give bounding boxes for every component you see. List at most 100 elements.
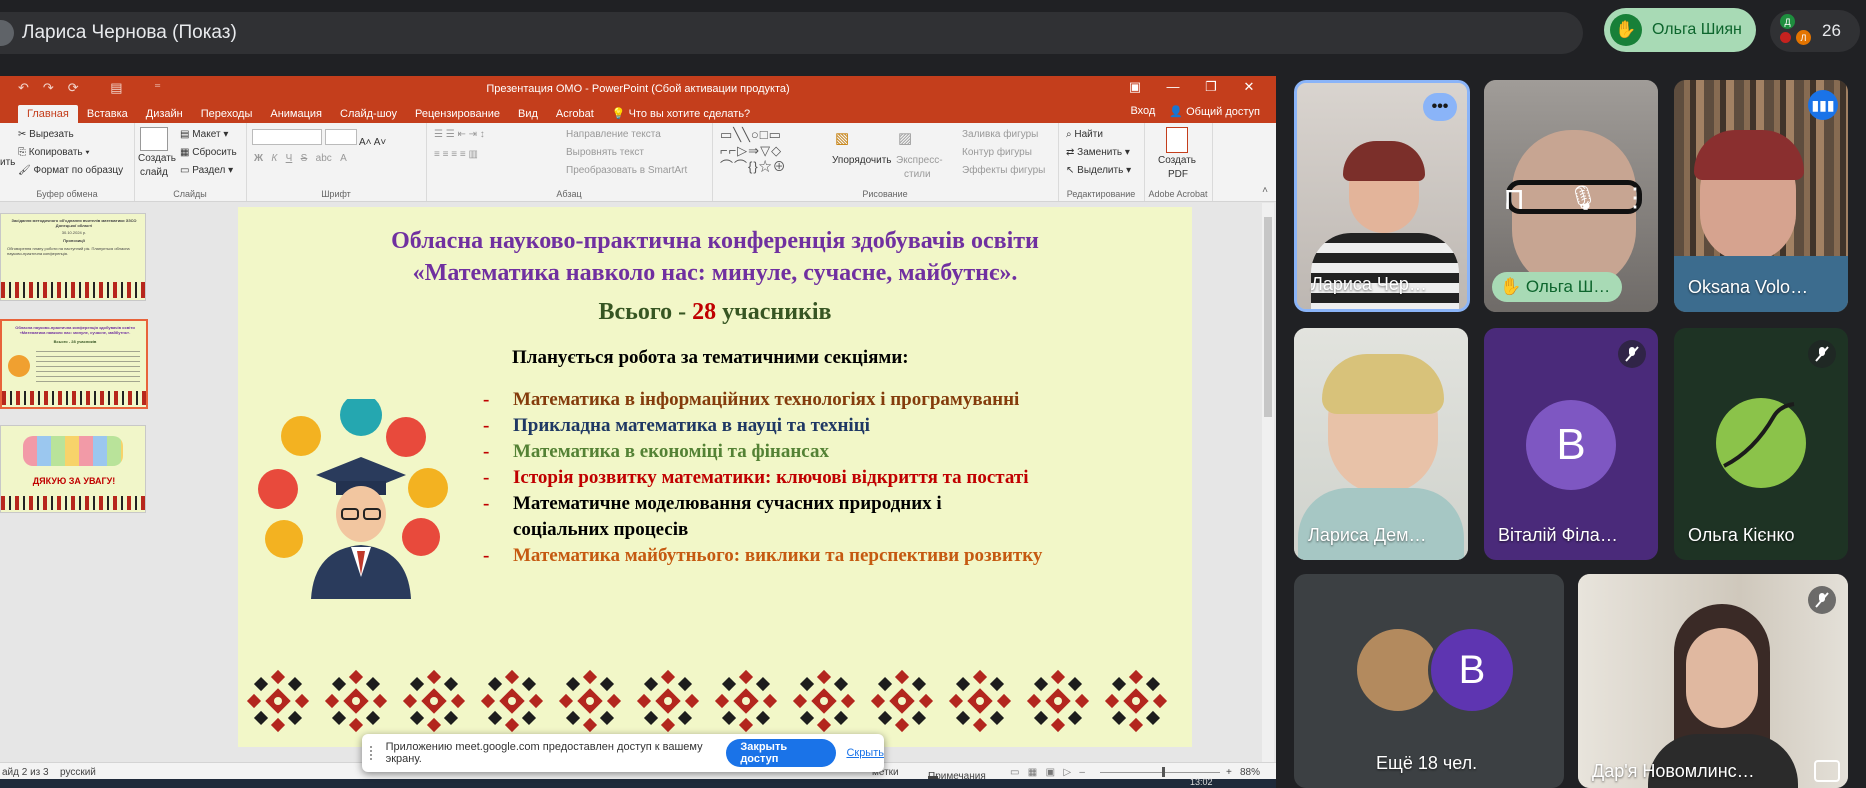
font-grow-icon[interactable]: A˄ A˅: [359, 137, 386, 148]
bold-button[interactable]: Ж: [254, 153, 263, 164]
tab-design[interactable]: Дизайн: [137, 105, 192, 123]
shape-fill-button[interactable]: Заливка фигуры: [962, 129, 1038, 140]
view-buttons[interactable]: ▭ ▦ ▣ ▷ –: [1010, 767, 1085, 778]
participant-tile[interactable]: Ольга Кієнко: [1674, 328, 1848, 560]
arrange-icon: ▧: [835, 130, 850, 147]
hide-toast-link[interactable]: Скрыть: [846, 747, 884, 759]
pin-tile-icon[interactable]: [1814, 760, 1840, 782]
new-slide-button[interactable]: Создать: [138, 153, 176, 164]
section-button[interactable]: ▭ Раздел ▾: [180, 165, 233, 176]
avatar: В: [1428, 626, 1516, 714]
find-button[interactable]: ⌕ Найти: [1066, 129, 1103, 140]
ppt-window-title: Презентация ОМО - PowerPoint (Сбой актив…: [486, 82, 790, 95]
tab-slideshow[interactable]: Слайд-шоу: [331, 105, 406, 123]
spacing-button[interactable]: abc: [316, 153, 332, 164]
participant-tile[interactable]: ••• Лариса Чер…: [1294, 80, 1470, 312]
participant-tile[interactable]: В Віталій Філа…: [1484, 328, 1658, 560]
participant-tile[interactable]: ▮▮▮ Oksana Volo…: [1674, 80, 1848, 312]
section-item: - Математичне моделювання сучасних природ…: [483, 491, 1042, 517]
share-button[interactable]: 👤 Общий доступ: [1169, 105, 1260, 118]
minimize-icon[interactable]: —: [1154, 79, 1192, 95]
align-text-button[interactable]: Выровнять текст: [566, 147, 644, 158]
copy-button[interactable]: ⎘ Копировать ▾: [18, 147, 90, 158]
font-name-box[interactable]: [252, 129, 322, 145]
slide-scrollbar[interactable]: [1262, 203, 1274, 763]
thumbnail-slide-3[interactable]: ДЯКУЮ ЗА УВАГУ!: [0, 425, 146, 513]
maximize-icon[interactable]: ❐: [1192, 79, 1230, 95]
window-controls: ▣ — ❐ ✕: [1116, 79, 1268, 95]
windows-taskbar: 13:02: [0, 777, 1276, 788]
language-indicator[interactable]: русский: [60, 767, 96, 778]
paste-button[interactable]: ить: [0, 157, 15, 168]
strike-button[interactable]: S: [301, 153, 308, 164]
face: [336, 486, 386, 542]
select-button[interactable]: ↖ Выделить ▾: [1066, 165, 1131, 176]
ornament-motif: [402, 669, 466, 733]
ornament-motif: [948, 669, 1012, 733]
new-slide-icon[interactable]: [140, 127, 168, 151]
zoom-level[interactable]: 88%: [1240, 767, 1260, 778]
more-vert-icon[interactable]: ⋮: [1622, 182, 1648, 213]
section-text: соціальних процесів: [513, 519, 689, 540]
reset-button[interactable]: ▦ Сбросить: [180, 147, 237, 158]
scrollbar-thumb[interactable]: [1264, 217, 1272, 417]
tab-insert[interactable]: Вставка: [78, 105, 137, 123]
thumbnail-slide-1[interactable]: Засідання методичного об'єднання вчителі…: [0, 213, 146, 301]
shape-outline-button[interactable]: Контур фигуры: [962, 147, 1032, 158]
slide-thumbnails: Засідання методичного об'єднання вчителі…: [0, 203, 150, 763]
ribbon-display-icon[interactable]: ▣: [1116, 79, 1154, 95]
mic-overlay-icon[interactable]: 🎙: [1568, 184, 1598, 213]
smartart-button[interactable]: Преобразовать в SmartArt: [566, 165, 687, 176]
drag-handle-icon[interactable]: [370, 746, 378, 760]
format-painter-button[interactable]: 🖌 Формат по образцу: [18, 165, 123, 176]
arrange-button[interactable]: Упорядочить: [832, 155, 892, 166]
participant-tile[interactable]: Дар'я Новомлинс…: [1578, 574, 1848, 788]
cut-button[interactable]: ✂ Вырезать: [18, 129, 74, 140]
people-button[interactable]: Д Л 26: [1770, 10, 1860, 52]
participant-tile[interactable]: Лариса Дем…: [1294, 328, 1468, 560]
thumbnail-slide-2[interactable]: Обласна науково-практична конференція зд…: [0, 319, 148, 409]
stop-sharing-button[interactable]: Закрыть доступ: [726, 739, 837, 767]
signin-link[interactable]: Вход: [1130, 105, 1155, 118]
thanks-graphic: [23, 436, 123, 466]
more-options-icon[interactable]: •••: [1423, 93, 1457, 121]
font-color-button[interactable]: А: [340, 153, 347, 164]
tab-acrobat[interactable]: Acrobat: [547, 105, 603, 123]
muted-mic-icon: [1618, 340, 1646, 368]
list-icons[interactable]: ☰ ☰ ⇤ ⇥ ↕: [434, 129, 485, 140]
tell-me-box[interactable]: 💡 Что вы хотите сделать?: [603, 104, 759, 123]
replace-button[interactable]: ⇄ Заменить ▾: [1066, 147, 1130, 158]
underline-button[interactable]: Ч: [286, 153, 293, 164]
slide-canvas[interactable]: Обласна науково-практична конференція зд…: [238, 207, 1192, 747]
new-slide-button-line2[interactable]: слайд: [140, 167, 168, 178]
zoom-in-icon[interactable]: +: [1226, 767, 1232, 778]
shape-effects-button[interactable]: Эффекты фигуры: [962, 165, 1045, 176]
create-pdf-button[interactable]: Создать: [1158, 155, 1196, 166]
section-text: Прикладна математика в науці та техніці: [513, 415, 870, 436]
font-size-box[interactable]: [324, 129, 357, 145]
tab-home[interactable]: Главная: [18, 105, 78, 123]
pencil-bubble: [386, 417, 426, 457]
create-pdf-button-line2[interactable]: PDF: [1168, 169, 1188, 180]
presenter-banner[interactable]: Лариса Чернова (Показ): [0, 12, 1583, 54]
more-participants-tile[interactable]: В Ещё 18 чел.: [1294, 574, 1564, 788]
printer-bubble: [281, 416, 321, 456]
quick-styles-button[interactable]: Экспресс-: [896, 155, 943, 166]
text-direction-button[interactable]: Направление текста: [566, 129, 661, 140]
participant-tile[interactable]: П 🎙 ⋮ ✋ Ольга Ш…: [1484, 80, 1658, 312]
zoom-slider-thumb[interactable]: [1162, 767, 1165, 777]
shapes-gallery[interactable]: ▭╲╲○□▭ ⌐⌐▷⇒▽◇ ⌒⌒{}☆⊕: [720, 127, 787, 175]
raised-hand-chip[interactable]: ✋ Ольга Шиян: [1604, 8, 1756, 52]
layout-button[interactable]: ▤ Макет ▾: [180, 129, 228, 140]
ornament-motif: [792, 669, 856, 733]
close-icon[interactable]: ✕: [1230, 79, 1268, 95]
italic-button[interactable]: К: [271, 153, 277, 164]
align-icons[interactable]: ≡ ≡ ≡ ≡ ▥: [434, 149, 478, 160]
quick-styles-button-line2[interactable]: стили: [904, 169, 931, 180]
tab-view[interactable]: Вид: [509, 105, 547, 123]
collapse-ribbon-icon[interactable]: ˄: [1262, 185, 1268, 196]
zoom-slider[interactable]: [1100, 772, 1220, 773]
tab-animations[interactable]: Анимация: [261, 105, 331, 123]
tab-transitions[interactable]: Переходы: [192, 105, 262, 123]
tab-review[interactable]: Рецензирование: [406, 105, 509, 123]
